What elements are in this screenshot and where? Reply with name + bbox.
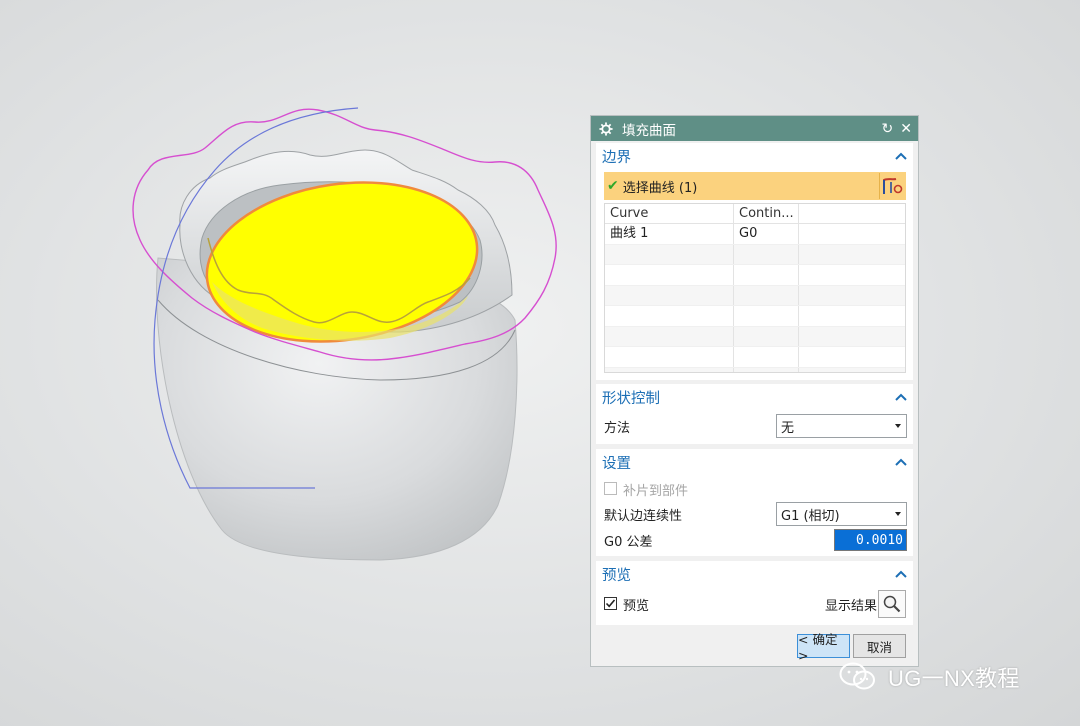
section-settings-title: 设置 (602, 455, 631, 472)
section-boundary-title: 边界 (602, 149, 631, 166)
show-result-button[interactable] (878, 590, 906, 618)
table-header: Curve Contin... (605, 204, 905, 224)
table-row-empty (605, 306, 905, 327)
method-row: 方法 无 (596, 413, 913, 439)
table-row-empty (605, 347, 905, 368)
cell-continuity: G0 (734, 224, 799, 244)
chevron-up-icon[interactable] (895, 458, 907, 466)
column-header-continuity[interactable]: Contin... (734, 204, 799, 223)
dialog-title: 填充曲面 (622, 122, 676, 139)
chevron-up-icon[interactable] (895, 152, 907, 160)
caret-down-icon (895, 512, 901, 516)
preview-label: 预览 (623, 598, 650, 614)
preview-checkbox[interactable] (604, 597, 617, 610)
cell-empty (799, 224, 905, 244)
continuity-label: 默认边连续性 (604, 508, 683, 524)
method-dropdown[interactable]: 无 (776, 414, 907, 438)
continuity-dropdown[interactable]: G1 (相切) (776, 502, 907, 526)
section-settings: 设置 补片到部件 默认边连续性 G1 (相切) G0 公差 (596, 449, 913, 556)
checkmark-icon (605, 599, 616, 608)
table-row-empty (605, 244, 905, 265)
section-shape-title: 形状控制 (602, 390, 660, 407)
dialog-titlebar[interactable]: 填充曲面 ↻ ✕ (591, 116, 918, 141)
show-result-label: 显示结果 (825, 598, 878, 614)
chevron-up-icon[interactable] (895, 570, 907, 578)
select-curve-row[interactable]: ✔ 选择曲线 (1) (604, 172, 906, 200)
tolerance-input[interactable] (834, 529, 907, 551)
tolerance-label: G0 公差 (604, 534, 653, 550)
section-preview-header[interactable]: 预览 (596, 561, 913, 587)
cancel-button[interactable]: 取消 (853, 634, 906, 658)
wechat-icon (839, 662, 875, 690)
gear-icon[interactable] (599, 121, 613, 136)
method-value: 无 (781, 420, 795, 436)
ok-button[interactable]: < 确定 > (797, 632, 850, 663)
curve-table[interactable]: Curve Contin... 曲线 1 G0 (604, 203, 906, 373)
table-row[interactable]: 曲线 1 G0 (605, 224, 905, 245)
continuity-value: G1 (相切) (781, 508, 840, 524)
column-header-curve[interactable]: Curve (605, 204, 734, 223)
cell-curve: 曲线 1 (605, 224, 734, 244)
patch-label: 补片到部件 (623, 483, 689, 499)
method-label: 方法 (604, 420, 631, 436)
section-settings-header[interactable]: 设置 (596, 449, 913, 475)
magnifier-icon (883, 595, 901, 613)
section-preview: 预览 预览 显示结果 (596, 561, 913, 625)
curve-picker-button[interactable] (879, 173, 906, 199)
column-header-empty (799, 204, 905, 223)
table-row-empty (605, 326, 905, 347)
preview-row: 预览 显示结果 (596, 591, 913, 617)
select-curve-label: 选择曲线 (1) (622, 180, 698, 196)
curve-select-icon (883, 178, 903, 194)
patch-row: 补片到部件 (596, 476, 913, 502)
continuity-row: 默认边连续性 G1 (相切) (596, 501, 913, 527)
tolerance-row: G0 公差 (596, 527, 913, 553)
watermark: UG一NX教程 (838, 660, 1020, 694)
section-shape-control: 形状控制 方法 无 (596, 384, 913, 444)
watermark-text: UG一NX教程 (888, 666, 1020, 691)
checkmark-icon: ✔ (607, 178, 619, 194)
chevron-up-icon[interactable] (895, 393, 907, 401)
section-boundary-header[interactable]: 边界 (596, 143, 913, 169)
reset-icon[interactable]: ↻ (882, 122, 894, 136)
section-preview-title: 预览 (602, 567, 631, 584)
caret-down-icon (895, 424, 901, 428)
fill-surface-dialog: 填充曲面 ↻ ✕ 边界 ✔ 选择曲线 (1) Curve Contin... 曲… (590, 115, 919, 667)
patch-checkbox[interactable] (604, 482, 617, 495)
table-row-empty (605, 367, 905, 372)
close-icon[interactable]: ✕ (900, 122, 912, 136)
section-boundary: 边界 ✔ 选择曲线 (1) Curve Contin... 曲线 1 G0 (596, 143, 913, 380)
table-row-empty (605, 265, 905, 286)
table-row-empty (605, 285, 905, 306)
section-shape-header[interactable]: 形状控制 (596, 384, 913, 410)
